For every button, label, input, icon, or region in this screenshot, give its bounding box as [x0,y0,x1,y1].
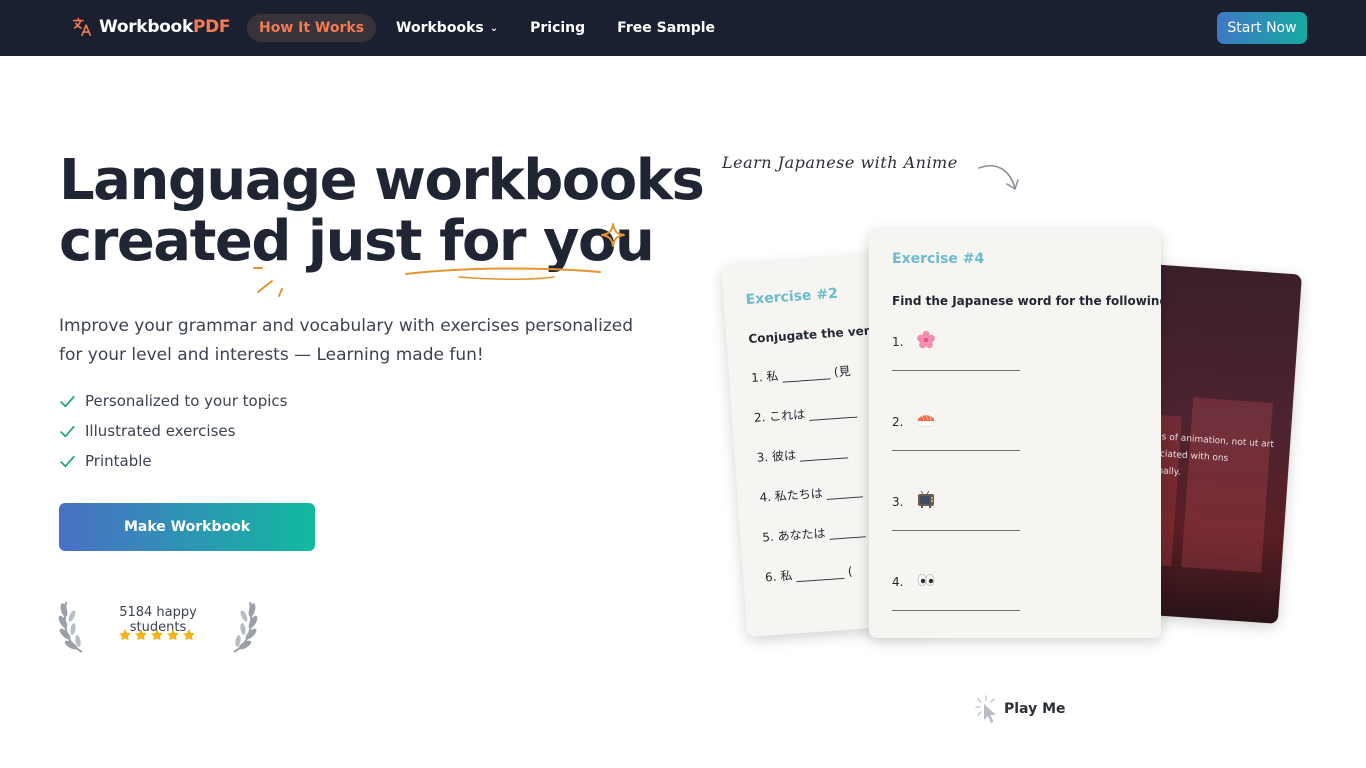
logo[interactable]: WorkbookPDF [71,16,231,38]
exercise-title: Exercise #4 [892,251,985,267]
emphasis-ticks [253,267,283,297]
star-icon [183,629,195,641]
nav-link-pricing[interactable]: Pricing [518,14,597,42]
list-item: 3. [892,490,1161,548]
list-item: 2. [892,410,1161,468]
nav-links: How It Works Workbooks ⌄ Pricing Free Sam… [247,14,735,42]
cherry-blossom-icon [917,330,935,349]
curved-arrow-icon [978,164,1019,190]
make-workbook-button[interactable]: Make Workbook [59,503,315,551]
checkmark-icon [60,425,75,437]
eyes-icon [917,574,935,586]
television-icon [918,490,934,508]
cursor-click-icon [975,695,996,723]
headline-line-1: Language workbooks [59,148,705,213]
feature-item: Printable [59,446,287,476]
answer-line [892,610,1020,611]
preview-card-exercise-4[interactable]: Exercise #4 Find the Japanese word for t… [869,229,1161,638]
sparkle-icon [601,223,625,247]
star-icon [167,629,179,641]
sushi-icon [917,414,935,427]
laurel-right-icon [233,601,258,653]
hero-subtitle: Improve your grammar and vocabulary with… [59,316,634,365]
handwritten-note: Learn Japanese with Anime [722,153,958,172]
rating-stars [118,628,196,642]
star-icon [119,629,131,641]
exercise-question: Find the Japanese word for the following… [892,294,1161,308]
checkmark-icon [60,455,75,467]
answer-line [892,370,1020,371]
nav-link-how-it-works[interactable]: How It Works [247,14,377,42]
answer-line [892,450,1020,451]
nav-link-workbooks[interactable]: Workbooks ⌄ [384,14,510,42]
nav-link-free-sample[interactable]: Free Sample [605,14,727,42]
underline-scribble [405,267,601,280]
logo-text: WorkbookPDF [99,17,231,37]
laurel-left-icon [58,601,83,653]
star-icon [135,629,147,641]
list-item: 1. [892,330,1161,388]
hero-headline: Language workbooks created just for you [59,148,705,272]
feature-list: Personalized to your topics Illustrated … [59,386,287,476]
checkmark-icon [60,395,75,407]
answer-line [892,530,1020,531]
start-now-button[interactable]: Start Now [1217,12,1307,44]
top-navbar: WorkbookPDF How It Works Workbooks ⌄ Pric… [0,0,1366,56]
feature-item: Personalized to your topics [59,386,287,416]
play-me-button[interactable]: Play Me [974,694,1066,724]
list-item: 4. [892,570,1161,628]
chevron-down-icon: ⌄ [489,22,499,34]
feature-item: Illustrated exercises [59,416,287,446]
star-icon [151,629,163,641]
translate-icon [72,17,92,37]
